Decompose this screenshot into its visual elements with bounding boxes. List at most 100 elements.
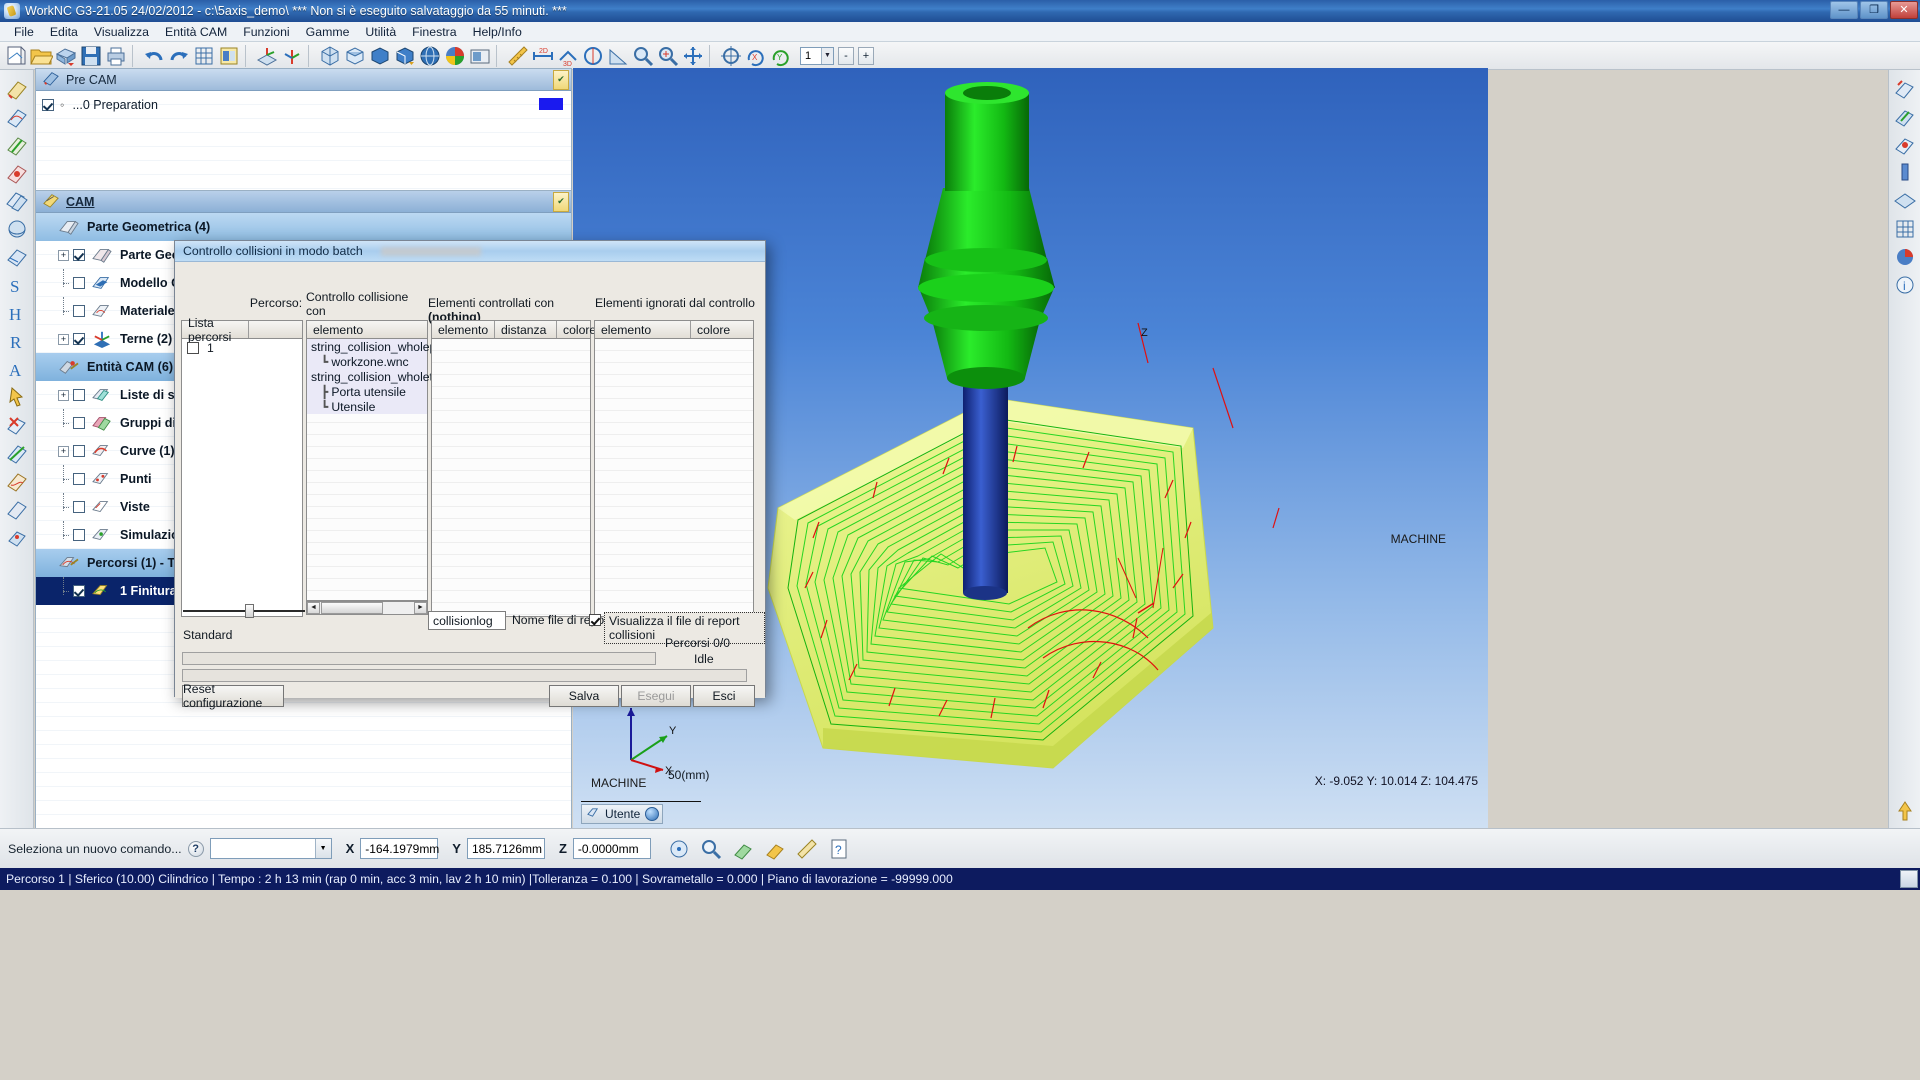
rail-delete-icon[interactable] bbox=[4, 412, 30, 438]
exit-button[interactable]: Esci bbox=[693, 685, 755, 707]
rail-extra-icon[interactable] bbox=[4, 496, 30, 522]
scroll-left-icon[interactable]: ◄ bbox=[307, 602, 320, 614]
paths-grid-body[interactable]: 1 bbox=[181, 339, 303, 617]
window-controls[interactable]: — ❐ ✕ bbox=[1830, 1, 1918, 19]
menu-item-help-info[interactable]: Help/Info bbox=[465, 23, 530, 41]
grid-icon[interactable] bbox=[192, 44, 216, 68]
precam-item-preparation[interactable]: ◦ ...0 Preparation bbox=[36, 91, 571, 119]
slider-knob[interactable] bbox=[245, 604, 254, 618]
precam-item-checkbox[interactable] bbox=[42, 99, 54, 111]
rail-r-icon[interactable]: R bbox=[4, 328, 30, 354]
view-top-icon[interactable] bbox=[343, 44, 367, 68]
precam-header[interactable]: Pre CAM ✔ bbox=[36, 69, 571, 91]
slider-track[interactable] bbox=[183, 604, 305, 618]
element-row-utensile[interactable]: ┗ Utensile bbox=[307, 399, 427, 414]
new-file-icon[interactable] bbox=[4, 44, 28, 68]
tree-item-checkbox[interactable] bbox=[73, 277, 85, 289]
screenshot-icon[interactable] bbox=[468, 44, 492, 68]
level-increment-button[interactable]: + bbox=[858, 46, 874, 65]
right-rail-post-icon[interactable] bbox=[1892, 104, 1918, 130]
checked-grid-body[interactable] bbox=[431, 339, 591, 617]
rail-patch-icon[interactable] bbox=[4, 160, 30, 186]
show-report-checkbox[interactable] bbox=[589, 614, 601, 626]
cmd-rotate-icon[interactable] bbox=[763, 837, 787, 861]
right-rail-grid-icon[interactable] bbox=[1892, 216, 1918, 242]
right-rail-sim-icon[interactable] bbox=[1892, 132, 1918, 158]
checked-grid-header-distanza[interactable]: distanza bbox=[495, 321, 557, 338]
circle-measure-icon[interactable] bbox=[581, 44, 605, 68]
tolerance-slider[interactable] bbox=[183, 604, 305, 618]
tree-item-checkbox[interactable] bbox=[73, 305, 85, 317]
maximize-button[interactable]: ❐ bbox=[1860, 1, 1888, 19]
tree-item-checkbox[interactable] bbox=[73, 249, 85, 261]
rail-trim-icon[interactable] bbox=[4, 132, 30, 158]
command-combo[interactable]: ▼ bbox=[209, 838, 332, 859]
view-shaded-icon[interactable] bbox=[368, 44, 392, 68]
rail-a-icon[interactable]: A bbox=[4, 356, 30, 382]
rail-s-curve-icon[interactable]: S bbox=[4, 272, 30, 298]
paths-grid-header-lista[interactable]: Lista percorsi bbox=[182, 316, 249, 344]
cmd-pan-icon[interactable] bbox=[731, 837, 755, 861]
globe-icon[interactable] bbox=[418, 44, 442, 68]
dialog-title-bar[interactable]: Controllo collisioni in modo batch bbox=[175, 241, 765, 262]
print-icon[interactable] bbox=[104, 44, 128, 68]
dim-2d-icon[interactable]: 2D bbox=[531, 44, 555, 68]
reset-configuration-button[interactable]: Reset configurazione bbox=[182, 682, 284, 710]
save-icon[interactable] bbox=[79, 44, 103, 68]
plane-axes-icon[interactable] bbox=[255, 44, 279, 68]
cmd-point-pick-icon[interactable] bbox=[667, 837, 691, 861]
expand-icon[interactable]: + bbox=[58, 333, 69, 345]
tree-item-checkbox[interactable] bbox=[73, 501, 85, 513]
color-sphere-icon[interactable] bbox=[443, 44, 467, 68]
expand-icon[interactable]: + bbox=[58, 445, 69, 457]
rotate-y-icon[interactable]: Y bbox=[769, 44, 793, 68]
shading-icon[interactable] bbox=[217, 44, 241, 68]
elements-grid-hscrollbar[interactable]: ◄ ► bbox=[306, 601, 428, 615]
angle-icon[interactable] bbox=[606, 44, 630, 68]
element-row-porta-utensile[interactable]: ┣ Porta utensile bbox=[307, 384, 427, 399]
dim-3d-icon[interactable]: 3D bbox=[556, 44, 580, 68]
rail-sphere-icon[interactable] bbox=[4, 216, 30, 242]
measure-icon[interactable] bbox=[506, 44, 530, 68]
rail-path-icon[interactable] bbox=[4, 468, 30, 494]
cmd-measure-icon[interactable] bbox=[795, 837, 819, 861]
chevron-down-icon[interactable]: ▼ bbox=[314, 839, 331, 858]
tree-item-checkbox[interactable] bbox=[73, 389, 85, 401]
save-button[interactable]: Salva bbox=[549, 685, 619, 707]
menu-item-visualizza[interactable]: Visualizza bbox=[86, 23, 157, 41]
tree-item-checkbox[interactable] bbox=[73, 445, 85, 457]
globe-small-icon[interactable] bbox=[645, 807, 660, 821]
tree-group-parte-geometrica[interactable]: Parte Geometrica (4) bbox=[36, 213, 571, 241]
cam-header[interactable]: CAM ✔ bbox=[36, 191, 571, 213]
cmd-zoom-icon[interactable] bbox=[699, 837, 723, 861]
right-rail-tool-icon[interactable] bbox=[1892, 160, 1918, 186]
rail-measure2-icon[interactable] bbox=[4, 440, 30, 466]
rail-edit-curve-icon[interactable] bbox=[4, 104, 30, 130]
element-row-string-collision-wholepart[interactable]: string_collision_wholepart bbox=[307, 339, 451, 354]
ignored-grid-header-elemento[interactable]: elemento bbox=[595, 321, 691, 338]
checked-grid-header-colore[interactable]: colore bbox=[557, 321, 596, 338]
menu-item-funzioni[interactable]: Funzioni bbox=[235, 23, 297, 41]
scroll-thumb[interactable] bbox=[321, 602, 383, 614]
element-row-string-collision-wholetool[interactable]: string_collision_wholetool bbox=[307, 369, 449, 384]
element-row-workzone[interactable]: ┗ workzone.wnc bbox=[307, 354, 427, 369]
cmd-help-doc-icon[interactable]: ? bbox=[827, 837, 851, 861]
ignored-grid-header-colore[interactable]: colore bbox=[691, 321, 753, 338]
elements-grid-header-elemento[interactable]: elemento bbox=[307, 321, 427, 338]
menu-item-gamme[interactable]: Gamme bbox=[298, 23, 358, 41]
precam-collapse-icon[interactable]: ✔ bbox=[553, 69, 569, 90]
tree-item-checkbox[interactable] bbox=[73, 333, 85, 345]
view-iso-icon[interactable] bbox=[318, 44, 342, 68]
rail-h-icon[interactable]: H bbox=[4, 300, 30, 326]
open-folder-icon[interactable] bbox=[29, 44, 54, 68]
ignored-grid-body[interactable] bbox=[594, 339, 754, 617]
zoom-fit-icon[interactable] bbox=[656, 44, 680, 68]
tree-item-checkbox[interactable] bbox=[73, 473, 85, 485]
zoom-window-icon[interactable] bbox=[631, 44, 655, 68]
close-button[interactable]: ✕ bbox=[1890, 1, 1918, 19]
axis-icon[interactable] bbox=[280, 44, 304, 68]
minimize-button[interactable]: — bbox=[1830, 1, 1858, 19]
tree-item-checkbox[interactable] bbox=[73, 585, 85, 597]
redo-icon[interactable] bbox=[167, 44, 191, 68]
right-rail-machine-icon[interactable] bbox=[1892, 76, 1918, 102]
